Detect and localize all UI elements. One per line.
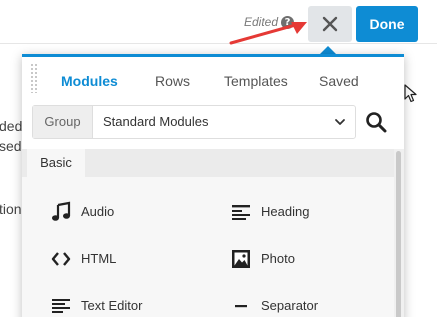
group-select[interactable]: Group Standard Modules <box>32 105 356 139</box>
module-label: Audio <box>81 204 115 219</box>
photo-icon <box>232 250 250 268</box>
chevron-down-icon <box>335 119 345 125</box>
background-text: sed <box>0 138 22 154</box>
module-label: Text Editor <box>81 298 143 313</box>
separator-line-icon <box>235 305 247 308</box>
module-html[interactable]: HTML <box>50 244 220 274</box>
heading-lines-icon <box>232 205 250 220</box>
module-section: Basic Audio Heading HTML Photo Text Edit… <box>22 149 394 317</box>
annotation-arrow-icon <box>229 22 307 45</box>
module-label: HTML <box>81 251 117 266</box>
text-editor-icon <box>52 299 70 313</box>
module-audio[interactable]: Audio <box>50 197 220 227</box>
content-panel: Modules Rows Templates Saved Group Stand… <box>22 54 404 317</box>
top-toolbar: Edited ? Done <box>0 0 437 44</box>
module-heading[interactable]: Heading <box>230 197 400 227</box>
section-header: Basic <box>22 149 394 177</box>
module-label: Photo <box>261 251 295 266</box>
panel-tabs: Modules Rows Templates Saved <box>22 57 404 105</box>
background-text: ded <box>0 118 23 134</box>
tab-templates[interactable]: Templates <box>224 73 288 89</box>
panel-caret <box>320 46 336 54</box>
group-label: Group <box>33 106 93 138</box>
tab-rows[interactable]: Rows <box>155 73 190 89</box>
search-icon[interactable] <box>365 111 387 133</box>
mouse-cursor-icon <box>404 84 417 103</box>
module-text-editor[interactable]: Text Editor <box>50 291 220 317</box>
panel-scrollbar[interactable] <box>394 149 404 317</box>
scrollbar-thumb[interactable] <box>396 151 401 317</box>
module-label: Separator <box>261 298 319 313</box>
close-icon <box>322 16 338 32</box>
section-tab-basic[interactable]: Basic <box>27 149 85 177</box>
tab-modules[interactable]: Modules <box>61 73 118 89</box>
code-brackets-icon <box>51 252 71 266</box>
done-button[interactable]: Done <box>356 6 418 42</box>
module-photo[interactable]: Photo <box>230 244 400 274</box>
module-label: Heading <box>261 204 310 219</box>
background-text: tion <box>0 201 22 217</box>
music-note-icon <box>52 201 71 221</box>
group-value: Standard Modules <box>103 114 209 129</box>
tab-saved[interactable]: Saved <box>319 73 359 89</box>
module-separator[interactable]: Separator <box>230 291 400 317</box>
module-filter-row: Group Standard Modules <box>32 105 397 139</box>
